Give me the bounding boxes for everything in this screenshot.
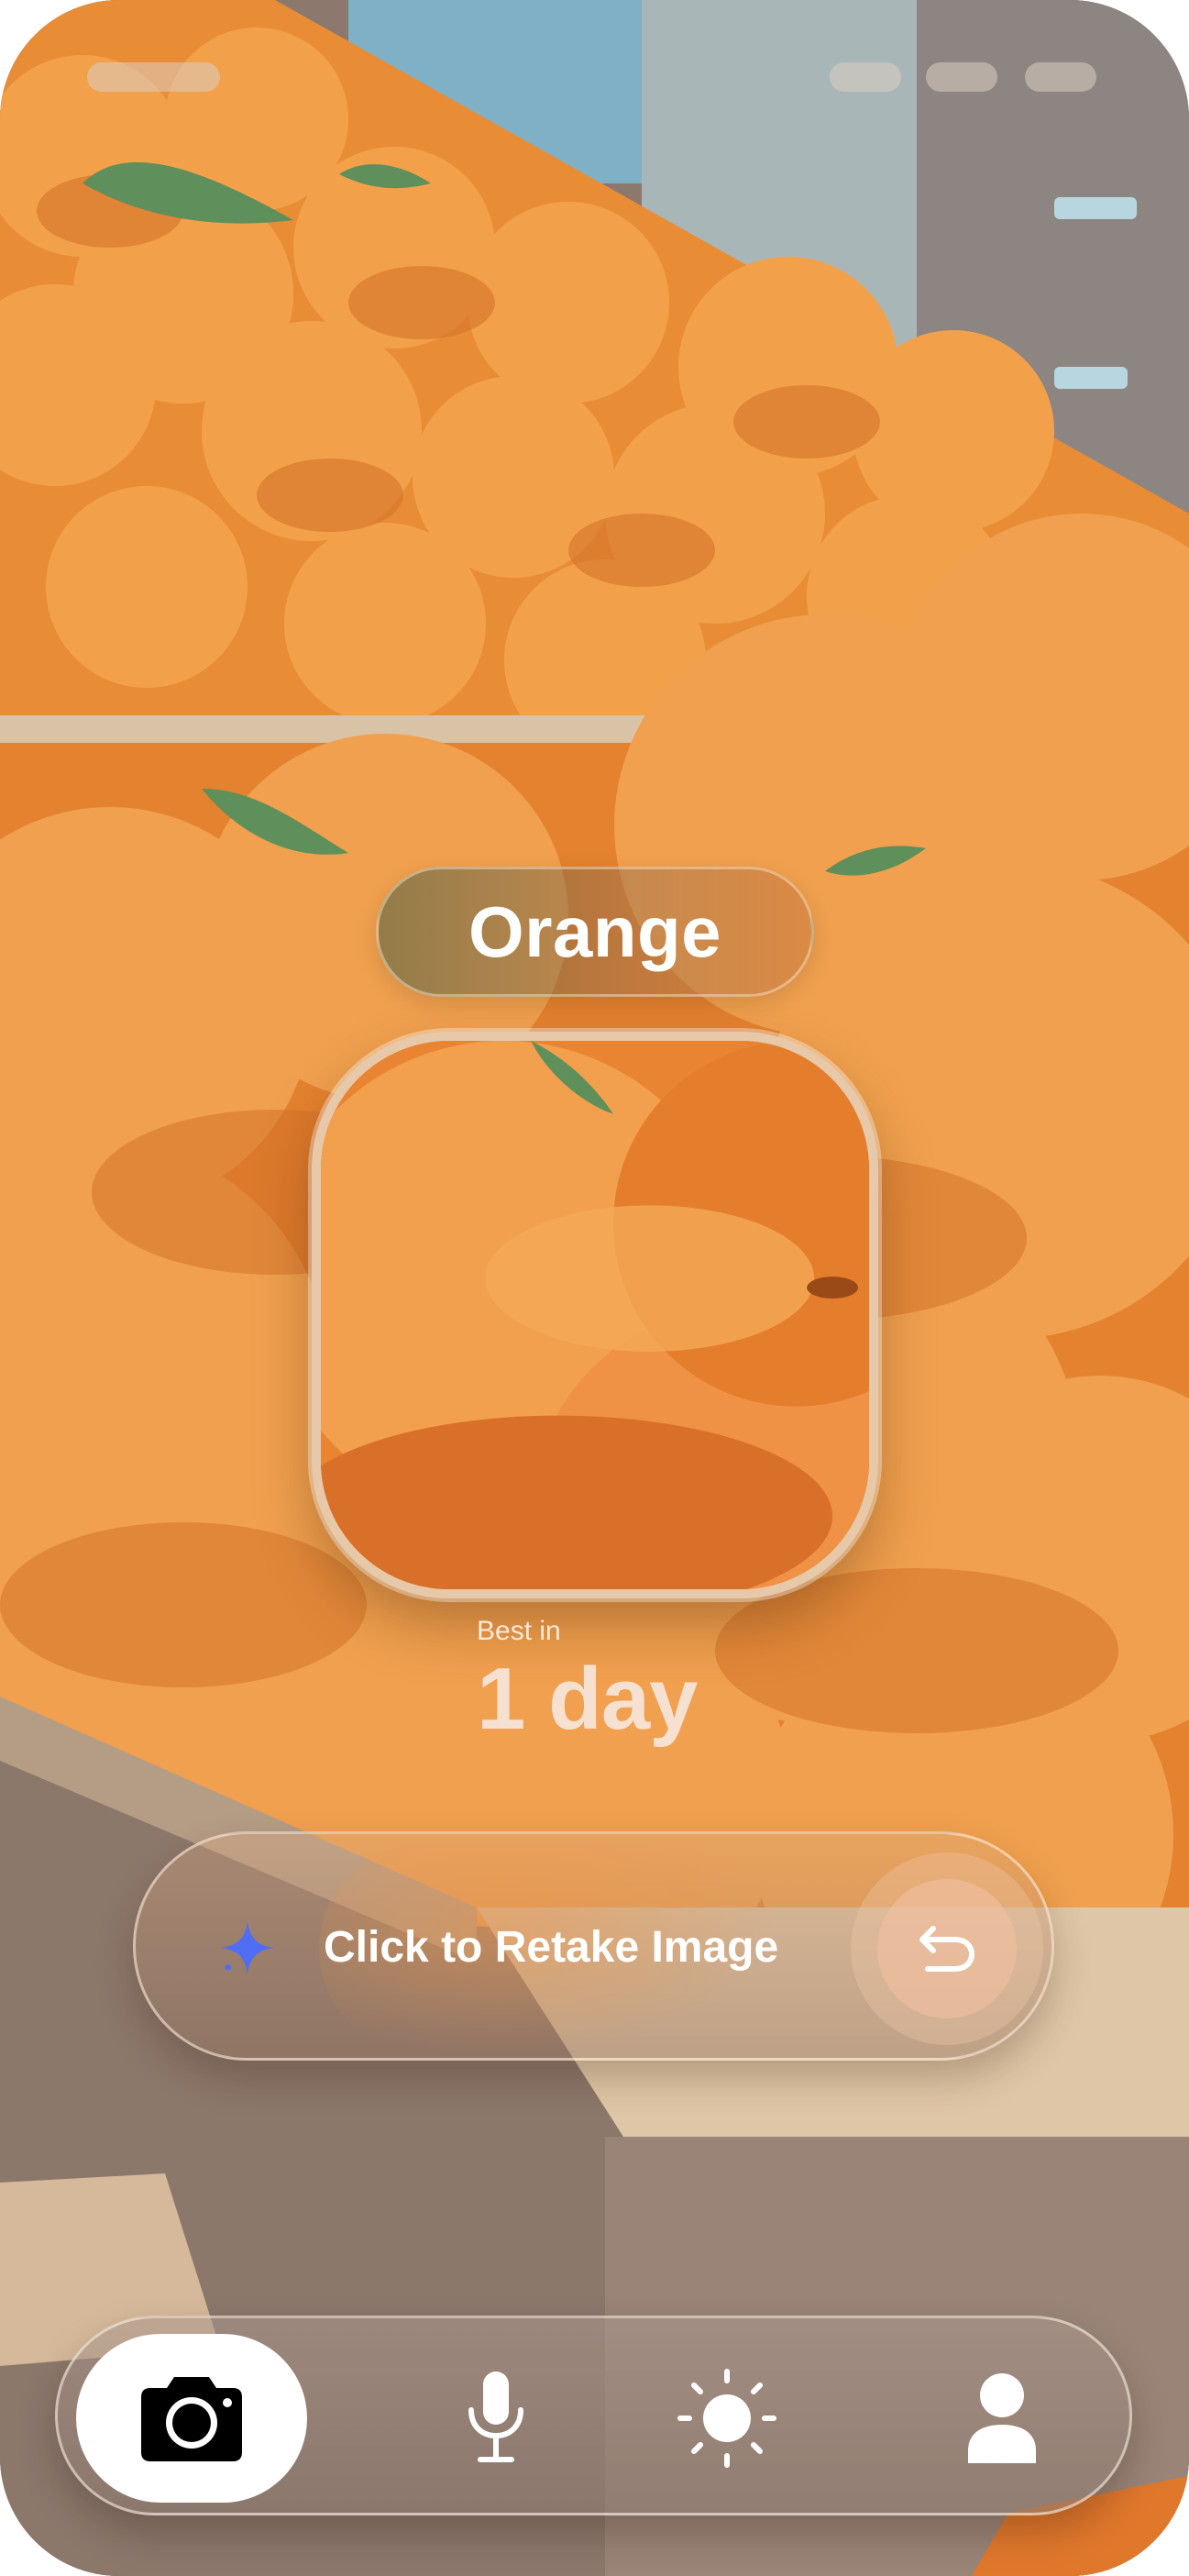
sun-icon — [677, 2369, 776, 2468]
phone-screen: Orange Best in 1 day Click to Retake Ima… — [0, 0, 1189, 2576]
microphone-icon — [468, 2371, 523, 2462]
retake-image-button[interactable]: Click to Retake Image — [133, 1831, 1054, 2061]
tab-camera[interactable] — [76, 2334, 307, 2503]
tab-profile[interactable] — [910, 2334, 1094, 2503]
undo-button[interactable] — [851, 1852, 1043, 2045]
user-icon — [968, 2373, 1036, 2463]
tab-light[interactable] — [635, 2334, 819, 2503]
orange-photo — [321, 1041, 869, 1589]
status-pill-right-2 — [926, 62, 997, 92]
bottom-tab-bar — [55, 2316, 1132, 2515]
tab-voice[interactable] — [404, 2334, 588, 2503]
status-pill-right-1 — [830, 62, 901, 92]
camera-icon — [141, 2377, 242, 2461]
product-image-card[interactable] — [312, 1032, 878, 1598]
retake-label: Click to Retake Image — [324, 1923, 779, 1972]
status-pill-right-3 — [1025, 62, 1096, 92]
undo-button-inner — [877, 1879, 1017, 2018]
product-name-badge: Orange — [376, 867, 814, 997]
sparkle-icon — [220, 1920, 275, 1975]
freshness-value: 1 day — [477, 1650, 698, 1748]
product-name: Orange — [468, 890, 722, 972]
undo-icon — [919, 1926, 975, 1972]
status-pill-left — [87, 62, 220, 92]
freshness-label: Best in — [477, 1616, 561, 1646]
